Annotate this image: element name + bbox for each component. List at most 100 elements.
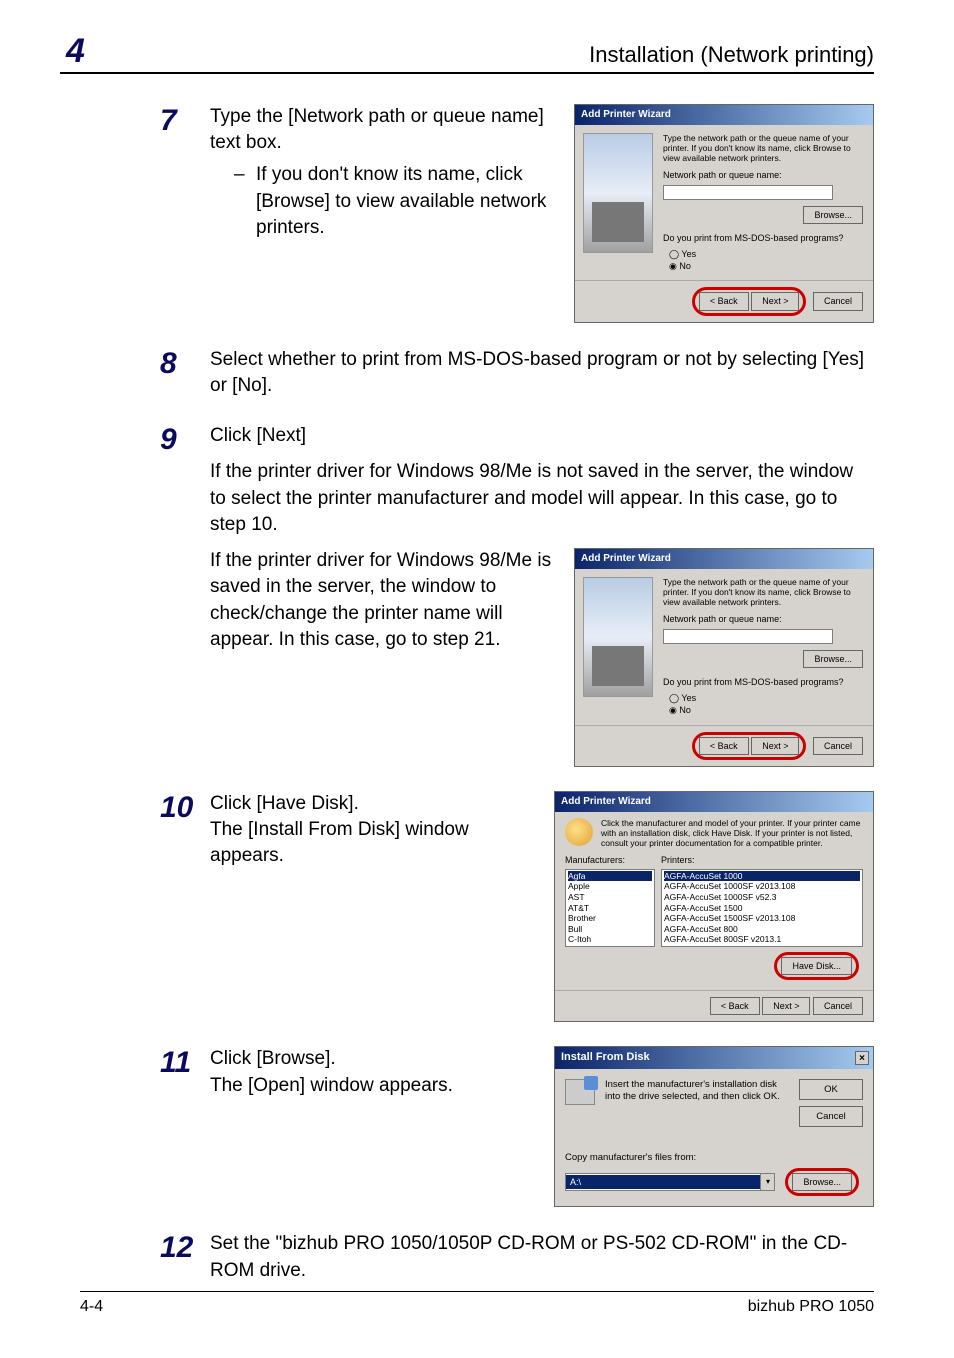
step-text-line2: The [Install From Disk] window appears. [210, 817, 536, 869]
wizard-network-path-1: Add Printer Wizard Type the network path… [574, 104, 874, 323]
step-text-line1: Click [Next] [210, 423, 874, 449]
install-from-disk-dialog: Install From Disk × Insert the manufactu… [554, 1046, 874, 1207]
cancel-button[interactable]: Cancel [799, 1106, 863, 1127]
step-number: 7 [160, 104, 210, 138]
list-item[interactable]: Apple [568, 881, 652, 892]
back-button[interactable]: < Back [699, 292, 749, 310]
copy-from-label: Copy manufacturer's files from: [565, 1151, 863, 1164]
page-header: 4 Installation (Network printing) [60, 34, 874, 74]
wizard-icon [565, 818, 593, 846]
step-number: 9 [160, 423, 210, 457]
wizard-network-path-2: Add Printer Wizard Type the network path… [574, 548, 874, 767]
highlight-ring: Have Disk... [774, 952, 859, 980]
back-button[interactable]: < Back [710, 997, 760, 1015]
manufacturers-list[interactable]: Agfa Apple AST AT&T Brother Bull C-Itoh [565, 869, 655, 947]
bullet-dash: – [234, 162, 256, 241]
step-text-line1: Click [Have Disk]. [210, 791, 536, 817]
chapter-number: 4 [60, 34, 85, 68]
next-button[interactable]: Next > [751, 737, 799, 755]
radio-yes[interactable]: ◯ Yes [669, 248, 863, 260]
network-path-input[interactable] [663, 629, 833, 644]
step-number: 10 [160, 791, 210, 825]
step-7: 7 Type the [Network path or queue name] … [160, 104, 874, 323]
step-text: Set the "bizhub PRO 1050/1050P CD-ROM or… [210, 1231, 874, 1283]
list-item[interactable]: AST [568, 892, 652, 903]
network-path-label: Network path or queue name: [663, 613, 863, 625]
printers-label: Printers: [661, 854, 863, 866]
step-text-line2: The [Open] window appears. [210, 1073, 536, 1099]
wizard-title: Add Printer Wizard [555, 792, 873, 812]
msdos-question: Do you print from MS-DOS-based programs? [663, 676, 863, 688]
combo-value: A:\ [566, 1175, 760, 1189]
list-item[interactable]: C-Itoh [568, 934, 652, 945]
step-8: 8 Select whether to print from MS-DOS-ba… [160, 347, 874, 399]
printers-list[interactable]: AGFA-AccuSet 1000 AGFA-AccuSet 1000SF v2… [661, 869, 863, 947]
wizard-note: Type the network path or the queue name … [663, 133, 863, 164]
wizard-illustration [583, 133, 653, 253]
step-number: 8 [160, 347, 210, 381]
radio-yes[interactable]: ◯ Yes [669, 692, 863, 704]
step-number: 11 [160, 1046, 210, 1080]
back-button[interactable]: < Back [699, 737, 749, 755]
step-text-line1: Click [Browse]. [210, 1046, 536, 1072]
radio-no-label: No [679, 261, 691, 271]
next-button[interactable]: Next > [751, 292, 799, 310]
list-item[interactable]: AGFA-AccuSet 1000SF v52.3 [664, 892, 860, 903]
list-item[interactable]: AGFA-AccuSet 1000 [664, 871, 860, 882]
bullet-text: If you don't know its name, click [Brows… [256, 162, 556, 241]
dialog-text: Insert the manufacturer's installation d… [605, 1079, 799, 1103]
step-number: 12 [160, 1231, 210, 1265]
wizard-manufacturer: Add Printer Wizard Click the manufacture… [554, 791, 874, 1023]
page-number: 4-4 [80, 1298, 103, 1316]
step-10: 10 Click [Have Disk]. The [Install From … [160, 791, 874, 1023]
radio-yes-label: Yes [681, 249, 696, 259]
radio-no[interactable]: ◉ No [669, 260, 863, 272]
highlight-ring: Browse... [785, 1168, 859, 1196]
step-text: Select whether to print from MS-DOS-base… [210, 347, 874, 399]
network-path-label: Network path or queue name: [663, 169, 863, 181]
step-text: Type the [Network path or queue name] te… [210, 104, 556, 156]
page-title: Installation (Network printing) [589, 42, 874, 68]
highlight-ring: < Back Next > [692, 732, 807, 760]
list-item[interactable]: Agfa [568, 871, 652, 882]
disk-icon [565, 1079, 595, 1105]
cancel-button[interactable]: Cancel [813, 737, 863, 755]
step-12: 12 Set the "bizhub PRO 1050/1050P CD-ROM… [160, 1231, 874, 1283]
step-text-para1: If the printer driver for Windows 98/Me … [210, 459, 874, 538]
list-item[interactable]: AGFA-AccuSet 800SF v2013.1 [664, 934, 860, 945]
radio-no[interactable]: ◉ No [669, 704, 863, 716]
ok-button[interactable]: OK [799, 1079, 863, 1100]
chevron-down-icon[interactable]: ▾ [760, 1174, 774, 1190]
close-icon[interactable]: × [855, 1051, 869, 1065]
step-text-para2: If the printer driver for Windows 98/Me … [210, 548, 574, 653]
list-item[interactable]: Bull [568, 924, 652, 935]
list-item[interactable]: AGFA-AccuSet 1000SF v2013.108 [664, 881, 860, 892]
radio-no-label: No [679, 705, 691, 715]
have-disk-button[interactable]: Have Disk... [781, 957, 852, 975]
browse-button[interactable]: Browse... [792, 1173, 852, 1191]
step-9: 9 Click [Next] If the printer driver for… [160, 423, 874, 767]
wizard-note: Type the network path or the queue name … [663, 577, 863, 608]
next-button[interactable]: Next > [762, 997, 810, 1015]
copy-from-combo[interactable]: A:\ ▾ [565, 1173, 775, 1191]
msdos-question: Do you print from MS-DOS-based programs? [663, 232, 863, 244]
manufacturers-label: Manufacturers: [565, 854, 655, 866]
list-item[interactable]: AT&T [568, 903, 652, 914]
browse-button[interactable]: Browse... [803, 206, 863, 224]
list-item[interactable]: AGFA-AccuSet 800 [664, 924, 860, 935]
wizard-note: Click the manufacturer and model of your… [601, 818, 863, 849]
cancel-button[interactable]: Cancel [813, 997, 863, 1015]
page-footer: 4-4 bizhub PRO 1050 [80, 1291, 874, 1316]
network-path-input[interactable] [663, 185, 833, 200]
radio-yes-label: Yes [681, 693, 696, 703]
step-11: 11 Click [Browse]. The [Open] window app… [160, 1046, 874, 1207]
highlight-ring: < Back Next > [692, 287, 807, 315]
cancel-button[interactable]: Cancel [813, 292, 863, 310]
list-item[interactable]: AGFA-AccuSet 1500 [664, 903, 860, 914]
browse-button[interactable]: Browse... [803, 650, 863, 668]
list-item[interactable]: AGFA-AccuSet 1500SF v2013.108 [664, 913, 860, 924]
wizard-title: Add Printer Wizard [575, 105, 873, 125]
list-item[interactable]: Brother [568, 913, 652, 924]
product-name: bizhub PRO 1050 [748, 1298, 874, 1316]
wizard-title: Add Printer Wizard [575, 549, 873, 569]
